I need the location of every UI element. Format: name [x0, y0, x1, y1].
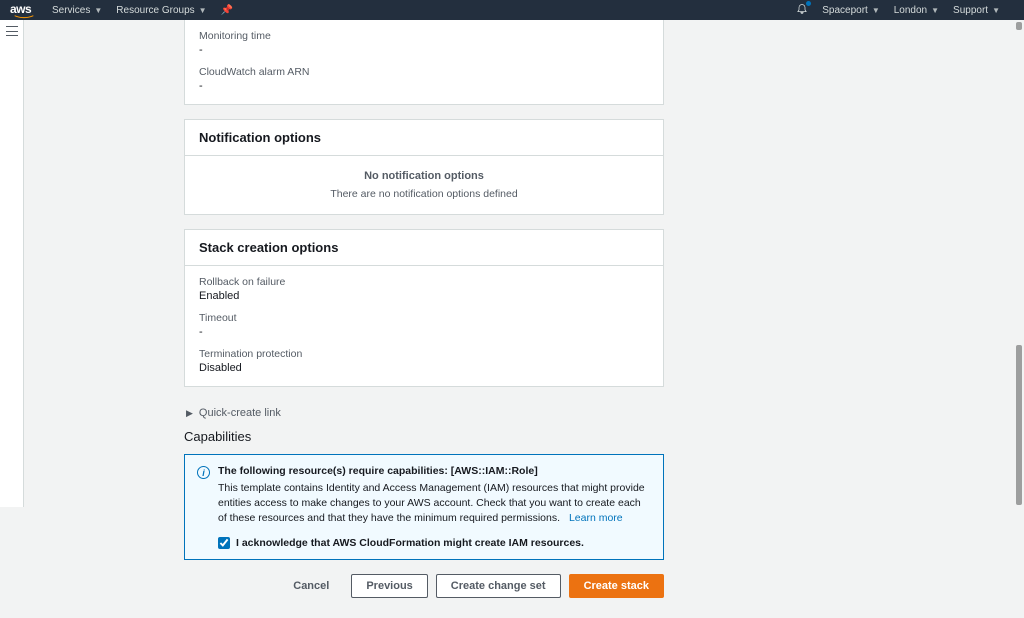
notification-empty-subtitle: There are no notification options define…	[185, 188, 663, 200]
quick-create-link-label: Quick-create link	[199, 407, 281, 419]
wizard-buttons: Cancel Previous Create change set Create…	[184, 574, 664, 598]
nav-account-label: Spaceport	[822, 5, 868, 16]
stack-creation-options-card: Stack creation options Rollback on failu…	[184, 229, 664, 387]
nav-resource-groups-label: Resource Groups	[116, 5, 194, 16]
scroll-thumb[interactable]	[1016, 345, 1022, 505]
monitoring-time-value: -	[199, 44, 649, 56]
notification-dot	[806, 1, 811, 6]
capabilities-alert-text: This template contains Identity and Acce…	[218, 481, 651, 527]
main-content: Monitoring time - CloudWatch alarm ARN -…	[24, 20, 1024, 618]
scroll-to-top-indicator	[1016, 22, 1022, 30]
capabilities-alert-title: The following resource(s) require capabi…	[218, 465, 651, 477]
rollback-on-failure-label: Rollback on failure	[199, 276, 649, 288]
nav-resource-groups[interactable]: Resource Groups ▼	[116, 5, 206, 16]
top-nav: aws Services ▼ Resource Groups ▼ 📌 Space…	[0, 0, 1024, 20]
rollback-on-failure-value: Enabled	[199, 290, 649, 302]
alarm-arn-label: CloudWatch alarm ARN	[199, 66, 649, 78]
capabilities-heading: Capabilities	[184, 429, 664, 444]
learn-more-link[interactable]: Learn more	[569, 512, 623, 524]
notification-options-card: Notification options No notification opt…	[184, 119, 664, 215]
notifications-bell[interactable]	[796, 3, 808, 18]
nav-region-label: London	[894, 5, 927, 16]
nav-services-label: Services	[52, 5, 90, 16]
info-icon: i	[197, 466, 210, 479]
caret-down-icon: ▼	[931, 6, 939, 15]
timeout-label: Timeout	[199, 312, 649, 324]
caret-down-icon: ▼	[872, 6, 880, 15]
scrollbar[interactable]	[1014, 20, 1024, 507]
previous-button[interactable]: Previous	[351, 574, 427, 598]
pin-icon: 📌	[221, 5, 233, 16]
acknowledge-label: I acknowledge that AWS CloudFormation mi…	[236, 537, 584, 549]
alarm-arn-value: -	[199, 80, 649, 92]
termination-protection-label: Termination protection	[199, 348, 649, 360]
rollback-monitoring-card: Monitoring time - CloudWatch alarm ARN -	[184, 20, 664, 105]
acknowledge-checkbox[interactable]	[218, 537, 230, 549]
nav-account[interactable]: Spaceport ▼	[822, 5, 880, 16]
side-panel-toggle[interactable]	[6, 26, 18, 36]
notification-options-header: Notification options	[185, 120, 663, 156]
nav-support-label: Support	[953, 5, 988, 16]
caret-down-icon: ▼	[94, 6, 102, 15]
side-panel-toggle-strip	[0, 20, 24, 507]
chevron-right-icon: ▶	[186, 408, 193, 419]
cancel-button[interactable]: Cancel	[279, 574, 343, 598]
termination-protection-value: Disabled	[199, 362, 649, 374]
create-change-set-button[interactable]: Create change set	[436, 574, 561, 598]
nav-region[interactable]: London ▼	[894, 5, 939, 16]
timeout-value: -	[199, 326, 649, 338]
caret-down-icon: ▼	[199, 6, 207, 15]
quick-create-link-toggle[interactable]: ▶ Quick-create link	[184, 401, 664, 429]
nav-pin-shortcut[interactable]: 📌	[221, 5, 233, 16]
caret-down-icon: ▼	[992, 6, 1000, 15]
nav-support[interactable]: Support ▼	[953, 5, 1000, 16]
stack-creation-options-header: Stack creation options	[185, 230, 663, 266]
notification-empty-title: No notification options	[185, 170, 663, 182]
nav-services[interactable]: Services ▼	[52, 5, 102, 16]
monitoring-time-label: Monitoring time	[199, 30, 649, 42]
create-stack-button[interactable]: Create stack	[569, 574, 664, 598]
aws-logo[interactable]: aws	[10, 2, 38, 19]
